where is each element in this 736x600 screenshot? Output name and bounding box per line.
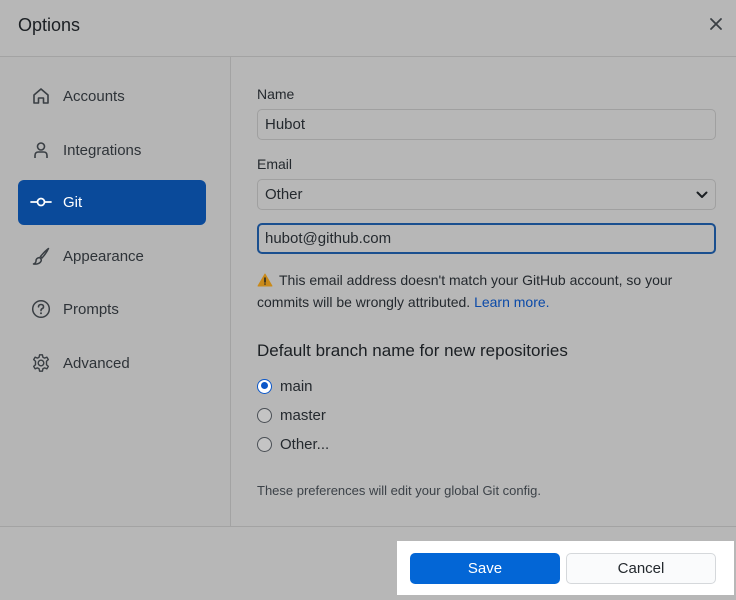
sidebar-item-integrations[interactable]: Integrations — [18, 128, 206, 173]
cancel-button[interactable]: Cancel — [566, 553, 716, 584]
git-settings-panel: Name Hubot Email Other hubot@github.com … — [232, 57, 736, 526]
email-select[interactable]: Other — [257, 179, 716, 210]
gear-icon — [30, 352, 52, 374]
question-icon — [30, 298, 52, 320]
branch-section-title: Default branch name for new repositories — [257, 341, 568, 360]
dialog-header: Options — [0, 0, 736, 57]
sidebar-item-appearance[interactable]: Appearance — [18, 234, 206, 279]
sidebar-item-label: Git — [63, 194, 83, 211]
radio-button[interactable] — [257, 407, 272, 423]
name-label: Name — [257, 86, 295, 102]
email-label: Email — [257, 156, 293, 172]
email-field[interactable]: hubot@github.com — [257, 223, 716, 254]
sidebar-item-prompts[interactable]: Prompts — [18, 287, 206, 332]
sidebar: Accounts Integrations Git Appearance Pro… — [0, 57, 231, 526]
name-field-value: Hubot — [265, 116, 306, 133]
learn-more-link[interactable]: Learn more. — [474, 294, 549, 310]
radio-label: Other... — [280, 435, 330, 453]
sidebar-item-label: Prompts — [63, 301, 119, 318]
dialog-title: Options — [18, 15, 81, 35]
email-select-value: Other — [265, 186, 303, 203]
radio-button[interactable] — [257, 436, 272, 452]
close-icon — [710, 18, 722, 30]
radio-label: master — [280, 406, 326, 424]
sidebar-item-git[interactable]: Git — [18, 180, 206, 225]
sidebar-item-label: Appearance — [63, 248, 144, 265]
save-button[interactable]: Save — [410, 553, 560, 584]
sidebar-item-label: Accounts — [63, 88, 125, 105]
chevron-down-icon — [696, 191, 708, 198]
warning-text: This email address doesn't match your Gi… — [257, 272, 673, 310]
close-button[interactable] — [704, 12, 728, 36]
name-field[interactable]: Hubot — [257, 109, 716, 140]
paintbrush-icon — [30, 245, 52, 267]
preferences-note: These preferences will edit your global … — [257, 483, 541, 498]
email-field-value: hubot@github.com — [265, 230, 392, 247]
person-icon — [30, 139, 52, 161]
git-commit-icon — [30, 191, 52, 213]
sidebar-item-label: Integrations — [63, 142, 142, 159]
warning-icon — [257, 273, 273, 287]
sidebar-item-accounts[interactable]: Accounts — [18, 74, 206, 119]
branch-option-master[interactable]: master — [257, 404, 326, 426]
branch-option-other[interactable]: Other... — [257, 433, 329, 455]
button-group: Save Cancel — [397, 541, 734, 595]
branch-option-main[interactable]: main — [257, 375, 313, 397]
radio-button[interactable] — [257, 378, 272, 394]
email-warning: This email address doesn't match your Gi… — [257, 269, 717, 313]
sidebar-item-label: Advanced — [63, 355, 130, 372]
home-icon — [30, 85, 52, 107]
sidebar-item-advanced[interactable]: Advanced — [18, 341, 206, 386]
dialog-footer: Save Cancel — [0, 526, 736, 600]
radio-label: main — [280, 377, 313, 395]
